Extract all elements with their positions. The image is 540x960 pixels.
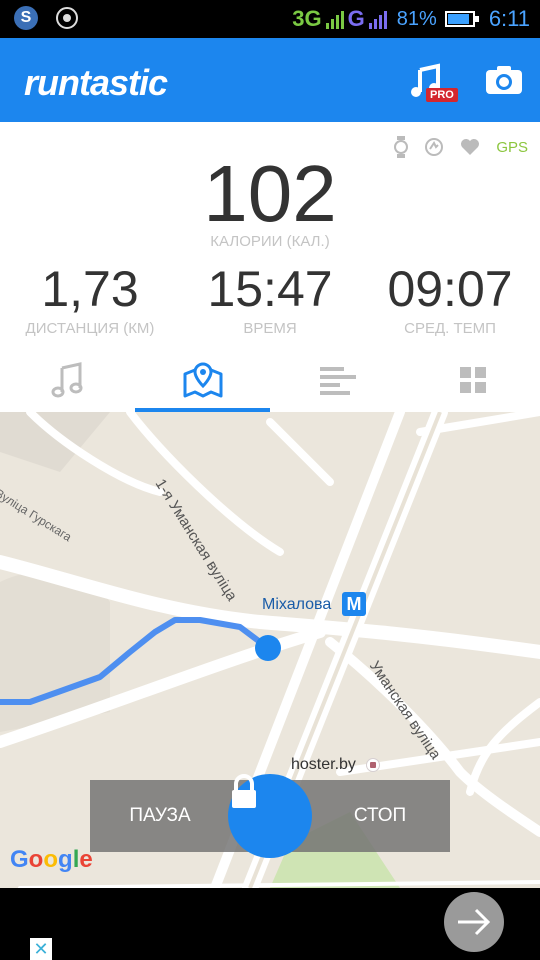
app-root: S 3G G 81% 6:11 runtastic PRO GPS 102 КА… (0, 0, 540, 960)
pro-badge: PRO (426, 88, 458, 102)
stop-button[interactable]: СТОП (310, 780, 450, 852)
next-button[interactable] (444, 892, 504, 952)
metro-station-label: Міхалова (262, 596, 332, 613)
music-note-icon (51, 362, 82, 398)
camera-icon (486, 66, 522, 94)
ad-close-icon[interactable]: ✕ (30, 938, 52, 960)
pace-label: СРЕД. ТЕМП (404, 320, 496, 337)
calories-label: КАЛОРИИ (КАЛ.) (210, 233, 330, 250)
time-value: 15:47 (207, 261, 333, 317)
tab-stats[interactable] (270, 348, 405, 412)
stats-panel: GPS 102 КАЛОРИИ (КАЛ.) 1,73 ДИСТАНЦИЯ (К… (0, 122, 540, 348)
tab-map[interactable] (135, 348, 270, 412)
battery-icon (444, 11, 479, 27)
arrow-right-icon (458, 908, 491, 936)
distance-label: ДИСТАНЦИЯ (КМ) (25, 320, 155, 337)
metro-icon: M (342, 592, 366, 616)
pace-metric: 09:07 СРЕД. ТЕМП (360, 260, 540, 337)
tab-bar (0, 348, 540, 412)
poi-label: hoster.by (291, 756, 356, 773)
time-metric: 15:47 ВРЕМЯ (180, 260, 360, 337)
status-bar: S 3G G 81% 6:11 (0, 0, 540, 38)
bars-icon (319, 367, 356, 395)
google-logo: Google (10, 846, 93, 873)
lock-icon (232, 774, 256, 808)
pause-button[interactable]: ПАУЗА (90, 780, 230, 852)
tab-music[interactable] (0, 348, 135, 412)
signal-icon-2 (368, 9, 387, 29)
music-pro-button[interactable]: PRO (408, 62, 458, 104)
signal-icon (325, 9, 344, 29)
tab-dashboard[interactable] (405, 348, 540, 412)
clock: 6:11 (488, 6, 530, 31)
grid-icon (459, 367, 486, 393)
calories-value: 102 (203, 149, 337, 238)
location-icon (56, 7, 78, 29)
poi-marker-icon (366, 758, 380, 772)
bottom-bar: ✕ (0, 888, 540, 960)
battery-percent: 81% (396, 7, 437, 30)
pace-value: 09:07 (387, 261, 513, 317)
camera-button[interactable] (484, 64, 524, 100)
network-g-label: G (347, 6, 365, 31)
app-notification-icon: S (14, 6, 38, 30)
distance-value: 1,73 (41, 261, 139, 317)
map-view[interactable]: 1-я Уманская вуліца Уманская вуліца Вулі… (0, 412, 540, 888)
app-bar: runtastic PRO (0, 38, 540, 122)
time-label: ВРЕМЯ (243, 320, 297, 337)
network-3g-label: 3G (292, 6, 322, 31)
map-pin-icon (183, 362, 222, 398)
app-logo: runtastic (24, 62, 168, 103)
lock-button[interactable] (228, 774, 312, 858)
distance-metric: 1,73 ДИСТАНЦИЯ (КМ) (0, 260, 180, 337)
